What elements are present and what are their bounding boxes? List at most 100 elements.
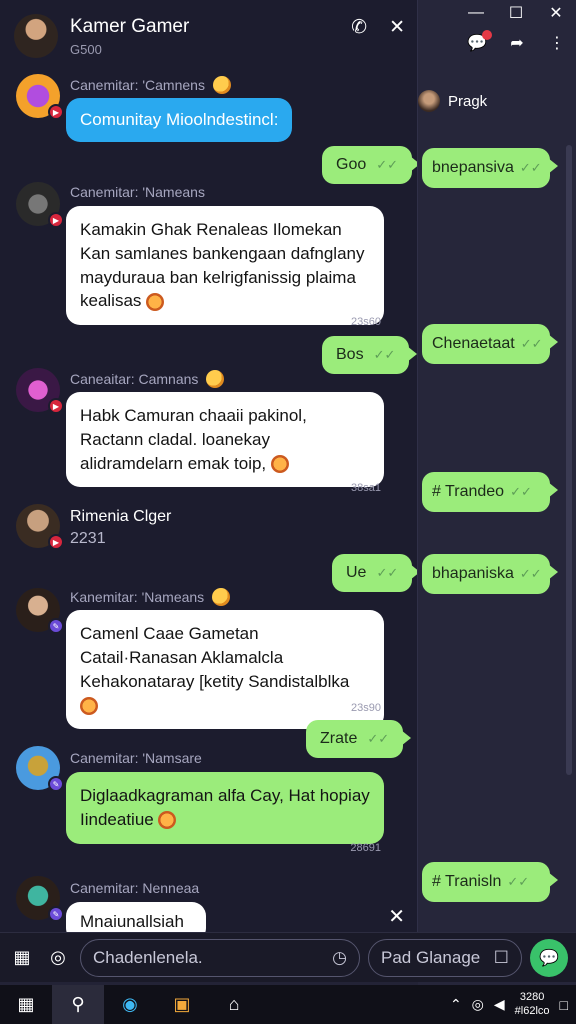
read-tick-icon: ✓✓ xyxy=(373,347,396,362)
message-time: 38sa1 xyxy=(351,482,381,494)
message-input-placeholder: Chadenlenela. xyxy=(93,947,203,967)
clock-icon[interactable]: ◷ xyxy=(332,948,347,968)
verified-badge-icon: ✎ xyxy=(48,618,64,634)
avatar[interactable]: ✎ xyxy=(16,588,64,634)
sent-bubble[interactable]: Ue ✓✓ xyxy=(332,554,417,592)
background-bubble[interactable]: # Trandeo ✓✓ xyxy=(422,472,558,512)
chat-window: Kamer Gamer G500 ✆ ✕ ▶ Canemitar: 'Camne… xyxy=(0,0,418,932)
message-bubble[interactable]: Diglaadkagraman alfa Cay, Hat hopiay Iin… xyxy=(66,772,384,844)
sender-name: Canemitar: 'Nameans xyxy=(70,184,205,200)
dismiss-icon[interactable]: ✕ xyxy=(388,904,405,929)
system-tray: ⌃ ◎ ◀ 3280 #l62lco □ xyxy=(450,991,576,1017)
sent-bubble[interactable]: Goo ✓✓ xyxy=(322,146,417,184)
window-close-button[interactable]: ✕ xyxy=(536,0,576,26)
start-button[interactable]: ▦ xyxy=(0,985,52,1024)
live-badge-icon: ▶ xyxy=(48,104,64,120)
emoji-picker-icon[interactable]: ◎ xyxy=(44,944,72,972)
read-tick-icon: ✓✓ xyxy=(507,874,530,889)
message-bubble[interactable]: Kamakin Ghak Renaleas Ilomekan Kan samla… xyxy=(66,206,384,326)
background-bubble[interactable]: bhapaniska ✓✓ xyxy=(422,554,558,594)
sender-name: Caneaitar: Camnans xyxy=(70,370,225,388)
app-button[interactable]: ▣ xyxy=(156,985,208,1024)
search-icon: ⚲ xyxy=(71,994,85,1014)
share-icon[interactable]: ➦ xyxy=(506,32,528,54)
background-bubble[interactable]: # Tranisln ✓✓ xyxy=(422,862,558,902)
sender-label: Kanemitar: 'Nameans xyxy=(70,589,205,605)
sender-name: Canemitar: 'Namsare xyxy=(70,750,202,766)
background-bubble-text: bhapaniska xyxy=(432,565,514,582)
read-tick-icon: ✓✓ xyxy=(376,565,399,580)
sent-text: Zrate xyxy=(320,730,358,747)
more-options-icon[interactable]: ⋮ xyxy=(546,32,568,54)
clock[interactable]: 3280 #l62lco xyxy=(515,991,550,1017)
home-button[interactable]: ⌂ xyxy=(208,985,260,1024)
phone-icon[interactable]: ✆ xyxy=(351,16,367,39)
background-chat-window: — ☐ ✕ 💬 ➦ ⋮ Pragk bnepansiva ✓✓ Chenaetaa… xyxy=(418,0,576,985)
notification-icon[interactable]: 💬 xyxy=(466,30,492,54)
background-bubble-text: # Tranisln xyxy=(432,873,502,890)
read-tick-icon: ✓✓ xyxy=(376,157,399,172)
search-button[interactable]: ⚲ xyxy=(52,985,104,1024)
message-text: Diglaadkagraman alfa Cay, Hat hopiay Iin… xyxy=(80,786,370,829)
background-bubble-text: bnepansiva xyxy=(432,159,514,176)
read-tick-icon: ✓✓ xyxy=(519,566,542,581)
avatar[interactable] xyxy=(14,14,58,58)
avatar[interactable]: ▶ xyxy=(16,182,64,228)
notifications-icon[interactable]: □ xyxy=(560,997,568,1013)
avatar[interactable]: ▶ xyxy=(16,368,64,414)
background-contact-name: Pragk xyxy=(448,92,488,110)
avatar[interactable]: ▶ xyxy=(16,74,64,120)
message-bubble[interactable]: Comunitay Mioolndestincl: xyxy=(66,98,293,142)
sender-name: Canemitar: 'Camnens xyxy=(70,76,231,94)
background-contact[interactable]: Pragk xyxy=(418,90,487,112)
message-text: Kamakin Ghak Renaleas Ilomekan Kan samla… xyxy=(80,220,365,311)
message-bubble[interactable]: Camenl Caae Gametan Catail·Ranasan Aklam… xyxy=(66,610,384,730)
sender-label: Canemitar: 'Camnens xyxy=(70,77,205,93)
home-icon: ⌂ xyxy=(228,994,240,1014)
background-bubble[interactable]: bnepansiva ✓✓ xyxy=(422,148,558,188)
clock-date: #l62lco xyxy=(514,1004,550,1017)
background-bubble-text: # Trandeo xyxy=(432,483,505,500)
header-actions: ✆ ✕ xyxy=(351,16,405,39)
emoji-icon xyxy=(212,588,231,606)
message-bubble[interactable]: Mnaiunallsiah xyxy=(66,902,206,932)
close-icon[interactable]: ✕ xyxy=(389,16,405,39)
notification-dot xyxy=(482,30,492,40)
avatar: ▶ xyxy=(16,504,64,550)
sender-label: Caneaitar: Camnans xyxy=(70,371,199,387)
avatar[interactable]: ✎ xyxy=(16,876,64,922)
background-bubble[interactable]: Chenaetaat ✓✓ xyxy=(422,324,558,364)
read-tick-icon: ✓✓ xyxy=(367,731,390,746)
message-time: 23s60 xyxy=(351,316,381,328)
header-text: Kamer Gamer G500 xyxy=(70,16,189,57)
chat-subtitle: G500 xyxy=(70,41,102,57)
emoji-icon xyxy=(146,292,165,311)
secondary-input[interactable]: Pad Glanage ☐ xyxy=(368,938,522,977)
attach-icon[interactable]: ☐ xyxy=(494,948,509,968)
message-text: Comunitay Mioolndestincl: xyxy=(80,110,279,129)
send-button[interactable]: 💬 xyxy=(530,938,568,977)
avatar xyxy=(418,90,440,112)
chevron-up-icon[interactable]: ⌃ xyxy=(450,996,462,1013)
volume-icon[interactable]: ◀ xyxy=(494,996,505,1013)
emoji-icon xyxy=(158,811,177,830)
message-text: Mnaiunallsiah xyxy=(80,912,184,931)
network-icon[interactable]: ◎ xyxy=(472,996,484,1013)
message-list[interactable]: ▶ Canemitar: 'Camnens Comunitay Mioolnde… xyxy=(0,72,417,932)
emoji-icon xyxy=(212,76,231,94)
grid-menu-icon[interactable]: ▦ xyxy=(8,944,36,972)
minimize-button[interactable]: — xyxy=(456,0,496,26)
sender-label: Canemitar: 'Namsare xyxy=(70,750,202,766)
scrollbar[interactable] xyxy=(566,145,572,775)
message-bubble[interactable]: Habk Camuran chaaii pakinol, Ractann cla… xyxy=(66,392,384,488)
read-tick-icon: ✓✓ xyxy=(519,160,542,175)
message-input[interactable]: Chadenlenela. ◷ xyxy=(80,938,360,977)
sent-bubble[interactable]: Zrate ✓✓ xyxy=(306,720,412,758)
verified-badge-icon: ✎ xyxy=(48,906,64,922)
sent-bubble[interactable]: Bos ✓✓ xyxy=(322,336,417,374)
avatar[interactable]: ✎ xyxy=(16,746,64,792)
chat-bubble-icon: 💬 xyxy=(539,949,559,967)
browser-button[interactable]: ◉ xyxy=(104,985,156,1024)
maximize-button[interactable]: ☐ xyxy=(496,0,536,26)
sent-text: Ue xyxy=(346,564,367,581)
